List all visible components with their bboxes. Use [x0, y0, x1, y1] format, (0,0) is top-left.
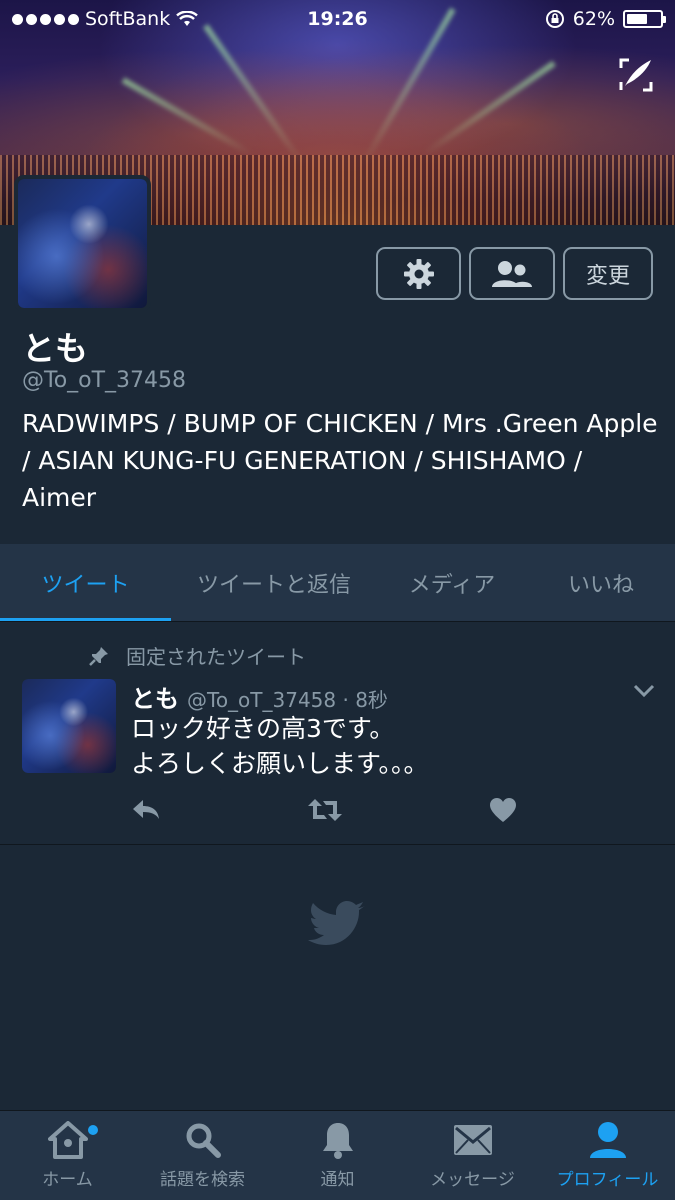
profile-handle: @To_oT_37458: [22, 368, 187, 393]
twitter-bird-icon: [308, 900, 366, 952]
people-icon: [492, 260, 532, 287]
bell-icon: [320, 1119, 356, 1161]
banner-light-beam: [421, 60, 556, 158]
profile-name: とも: [22, 329, 88, 368]
nav-label: ホーム: [42, 1170, 93, 1190]
tweet-text-line: ロック好きの高3です。: [131, 714, 395, 743]
nav-label: 通知: [320, 1170, 355, 1190]
chevron-down-icon: [633, 684, 655, 698]
tweet-text: ロック好きの高3です。 よろしくお願いします。。。: [131, 711, 429, 781]
bottom-tab-bar: ホーム 話題を検索 通知 メッセージ プロフィール: [0, 1110, 675, 1200]
pin-icon: [89, 646, 108, 666]
rotation-lock-icon: [545, 10, 564, 28]
pinned-indicator: 固定されたツイート: [88, 641, 306, 670]
heart-icon: [490, 798, 516, 822]
banner-light-beam: [121, 77, 255, 158]
nav-home[interactable]: ホーム: [0, 1111, 135, 1200]
tab-tweets[interactable]: ツイート: [0, 544, 171, 621]
reply-icon: [133, 800, 159, 819]
nav-messages[interactable]: メッセージ: [405, 1111, 540, 1200]
profile-tabs: ツイート ツイートと返信 メディア いいね: [0, 544, 675, 622]
nav-label: メッセージ: [430, 1170, 515, 1190]
pinned-tweet[interactable]: 固定されたツイート とも @To_oT_37458 · 8秒 ロック好きの高3で…: [0, 623, 675, 845]
nav-profile[interactable]: プロフィール: [540, 1111, 675, 1200]
profile-avatar[interactable]: [14, 175, 151, 312]
battery-percent: 62%: [572, 8, 615, 30]
lists-button[interactable]: [469, 247, 555, 300]
retweet-button[interactable]: [307, 797, 343, 827]
battery-icon: [623, 10, 666, 28]
tweet-header: とも @To_oT_37458 · 8秒: [131, 679, 388, 714]
tab-tweets-and-replies[interactable]: ツイートと返信: [171, 544, 377, 621]
tweet-text-line: よろしくお願いします。。。: [131, 749, 429, 778]
profile-bio: RADWIMPS / BUMP OF CHICKEN / Mrs .Green …: [22, 409, 658, 512]
gear-icon: [403, 258, 434, 289]
status-bar: SoftBank 19:26 62%: [0, 0, 675, 38]
envelope-icon: [453, 1119, 493, 1161]
pinned-label: 固定されたツイート: [126, 645, 306, 669]
nav-notifications[interactable]: 通知: [270, 1111, 405, 1200]
nav-search[interactable]: 話題を検索: [135, 1111, 270, 1200]
tab-media[interactable]: メディア: [377, 544, 527, 621]
banner-light-beam: [203, 24, 306, 167]
nav-label: プロフィール: [556, 1170, 659, 1190]
nav-label: 話題を検索: [160, 1170, 245, 1190]
like-button[interactable]: [489, 797, 517, 827]
reply-button[interactable]: [131, 797, 161, 825]
tweet-author-name[interactable]: とも: [131, 679, 179, 714]
edit-profile-button[interactable]: 変更: [563, 247, 653, 300]
tab-likes[interactable]: いいね: [527, 544, 675, 621]
tweet-menu-button[interactable]: [633, 683, 655, 702]
home-icon: [47, 1119, 88, 1161]
battery-fill: [627, 14, 647, 24]
notification-dot: [88, 1125, 98, 1135]
search-icon: [185, 1119, 221, 1161]
status-right: 62%: [545, 8, 666, 30]
compose-icon: [619, 58, 653, 92]
compose-tweet-button[interactable]: [617, 56, 655, 94]
settings-button[interactable]: [376, 247, 461, 300]
retweet-icon: [308, 799, 342, 821]
person-icon: [588, 1119, 628, 1161]
tweet-avatar-image: [22, 679, 116, 773]
avatar-image: [18, 179, 147, 308]
tweet-meta: @To_oT_37458 · 8秒: [187, 688, 388, 712]
tweet-avatar[interactable]: [22, 679, 116, 773]
